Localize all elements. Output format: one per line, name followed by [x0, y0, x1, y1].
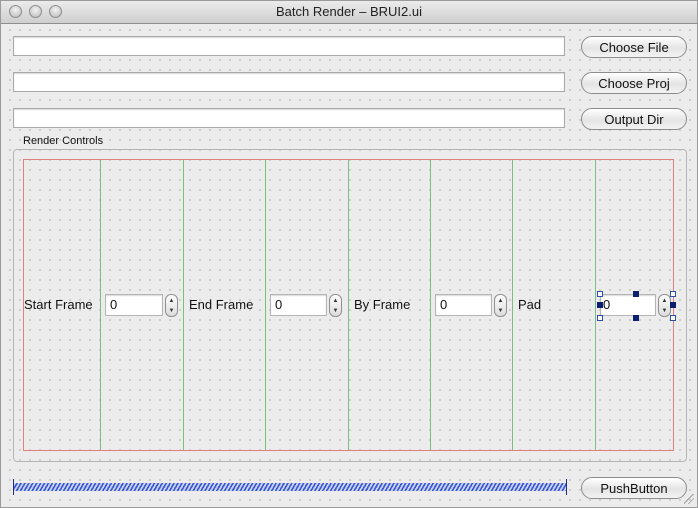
choose-proj-button[interactable]: Choose Proj: [581, 72, 687, 94]
selection-handle[interactable]: [597, 291, 603, 297]
by-frame-spinbox[interactable]: 0 ▲ ▼: [435, 294, 509, 317]
start-frame-stepper[interactable]: ▲ ▼: [165, 294, 178, 317]
pad-label: Pad: [518, 297, 542, 312]
by-frame-label: By Frame: [354, 297, 411, 312]
layout-splitter: [265, 160, 266, 450]
start-frame-spinbox[interactable]: 0 ▲ ▼: [105, 294, 179, 317]
selection-handle[interactable]: [670, 315, 676, 321]
start-frame-label: Start Frame: [24, 297, 93, 312]
by-frame-stepper[interactable]: ▲ ▼: [494, 294, 507, 317]
pad-value[interactable]: 0: [600, 294, 656, 316]
push-button[interactable]: PushButton: [581, 477, 687, 499]
file-path-input[interactable]: [13, 36, 565, 56]
batch-render-window: Batch Render – BRUI2.ui Choose File Choo…: [0, 0, 698, 508]
choose-file-button[interactable]: Choose File: [581, 36, 687, 58]
spin-up-icon[interactable]: ▲: [495, 296, 506, 306]
selection-handle[interactable]: [633, 315, 639, 321]
selection-handle[interactable]: [670, 291, 676, 297]
pad-spinbox[interactable]: 0 ▲ ▼: [600, 294, 674, 317]
spin-down-icon[interactable]: ▼: [659, 306, 670, 316]
progress-track: [13, 483, 567, 491]
zoom-icon[interactable]: [49, 5, 62, 18]
end-frame-label: End Frame: [189, 297, 254, 312]
selection-handle[interactable]: [670, 302, 676, 308]
progress-cap-left: [13, 479, 14, 495]
minimize-icon[interactable]: [29, 5, 42, 18]
layout-splitter: [348, 160, 349, 450]
render-progress-bar: [13, 479, 567, 495]
spin-up-icon[interactable]: ▲: [330, 296, 341, 306]
output-dir-button[interactable]: Output Dir: [581, 108, 687, 130]
spin-down-icon[interactable]: ▼: [166, 306, 177, 316]
layout-splitter: [100, 160, 101, 450]
end-frame-value[interactable]: 0: [270, 294, 327, 316]
selection-handle[interactable]: [633, 291, 639, 297]
end-frame-stepper[interactable]: ▲ ▼: [329, 294, 342, 317]
layout-splitter: [595, 160, 596, 450]
spin-up-icon[interactable]: ▲: [166, 296, 177, 306]
output-dir-input[interactable]: [13, 108, 565, 128]
title-bar: Batch Render – BRUI2.ui: [1, 1, 697, 24]
end-frame-spinbox[interactable]: 0 ▲ ▼: [270, 294, 344, 317]
spin-down-icon[interactable]: ▼: [330, 306, 341, 316]
project-path-input[interactable]: [13, 72, 565, 92]
layout-splitter: [512, 160, 513, 450]
spin-down-icon[interactable]: ▼: [495, 306, 506, 316]
layout-splitter: [183, 160, 184, 450]
window-title: Batch Render – BRUI2.ui: [276, 4, 422, 19]
start-frame-value[interactable]: 0: [105, 294, 163, 316]
by-frame-value[interactable]: 0: [435, 294, 492, 316]
selection-handle[interactable]: [597, 302, 603, 308]
layout-splitter: [430, 160, 431, 450]
close-icon[interactable]: [9, 5, 22, 18]
selection-handle[interactable]: [597, 315, 603, 321]
spin-up-icon[interactable]: ▲: [659, 296, 670, 306]
render-controls-title: Render Controls: [23, 135, 104, 147]
progress-cap-right: [566, 479, 567, 495]
resize-grip-icon[interactable]: [684, 494, 694, 504]
